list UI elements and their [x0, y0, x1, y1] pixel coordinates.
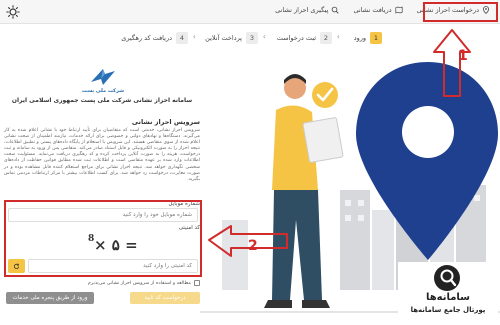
chevron-left-icon: ‹ — [262, 32, 266, 41]
step-login: 1 ورود — [354, 32, 382, 44]
annotation-box-top-nav — [423, 2, 498, 22]
step-number: 4 — [176, 32, 188, 44]
map-icon — [395, 6, 403, 14]
nav-track-verification[interactable]: پیگیری احراز نشانی — [275, 6, 340, 14]
samaneha-brand: سامانه‌ها پورتال جامع سامانه‌ها — [398, 262, 498, 322]
chevron-left-icon: ‹ — [192, 32, 196, 41]
service-description: سرویس احراز نشانی، خدمتی است که متقاضیان… — [4, 128, 200, 182]
step-label: ورود — [353, 34, 366, 42]
chevron-left-icon: ‹ — [336, 32, 340, 41]
nav-track-verification-label: پیگیری احراز نشانی — [275, 6, 329, 14]
annotation-number-2: 2 — [248, 238, 258, 254]
nav-get-address-label: دریافت نشانی — [353, 6, 392, 14]
step-label: دریافت کد رهگیری — [121, 34, 172, 42]
annotation-arrow-up-icon — [433, 29, 471, 97]
progress-stepper: 1 ورود ‹ 2 ثبت درخواست ‹ 3 پرداخت آنلاین… — [120, 32, 382, 46]
step-number: 2 — [320, 32, 332, 44]
annotation-box-form — [4, 200, 202, 277]
org-title: سامانه احراز نشانی شرکت ملی پست جمهوری ا… — [11, 97, 193, 104]
nav-get-address[interactable]: دریافت نشانی — [353, 6, 403, 14]
terms-row: مطالعه و استفاده از سرویس احراز نشانی می… — [6, 280, 200, 286]
step-tracking-code: 4 دریافت کد رهگیری — [121, 32, 188, 44]
request-code-button[interactable]: درخواست کد تایید — [130, 292, 200, 304]
logo-label: شرکت ملی پست — [81, 88, 125, 94]
brand-name: سامانه‌ها — [425, 292, 471, 303]
step-number: 1 — [370, 32, 382, 44]
samaneha-logo-icon — [434, 265, 460, 291]
step-number: 3 — [246, 32, 258, 44]
post-logo-icon — [91, 69, 115, 85]
terms-text: مطالعه و استفاده از سرویس احراز نشانی می… — [87, 280, 191, 286]
step-label: پرداخت آنلاین — [205, 34, 242, 42]
step-submit-request: 2 ثبت درخواست — [277, 32, 332, 44]
section-title: سرویس احراز نشانی — [131, 118, 200, 126]
national-gateway-button[interactable]: ورود از طریق پنجره ملی خدمات — [6, 292, 94, 304]
sun-icon[interactable] — [6, 5, 20, 19]
step-label: ثبت درخواست — [276, 34, 316, 42]
brand-tagline: پورتال جامع سامانه‌ها — [410, 306, 486, 314]
step-online-payment: 3 پرداخت آنلاین — [205, 32, 258, 44]
tracking-icon — [332, 6, 340, 14]
annotation-number-1: 1 — [458, 48, 468, 64]
